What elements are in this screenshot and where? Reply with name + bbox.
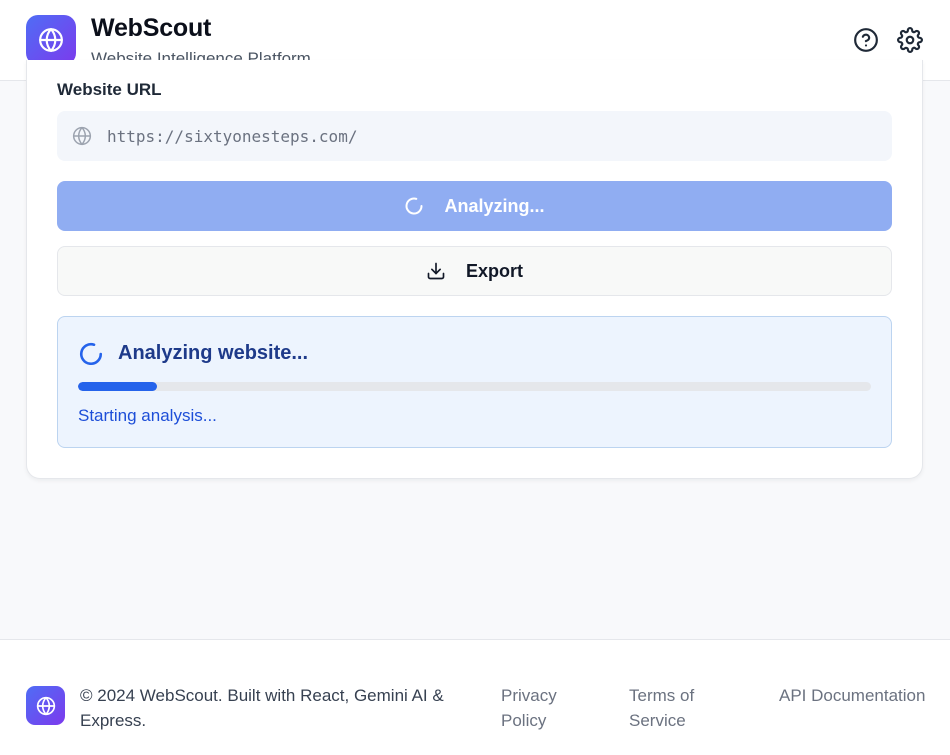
progress-bar — [78, 382, 871, 391]
url-label: Website URL — [57, 80, 162, 99]
footer-link-api-docs[interactable]: API Documentation — [779, 683, 929, 708]
analyze-button-label: Analyzing... — [444, 195, 545, 216]
gear-icon — [897, 27, 923, 53]
progress-panel: Analyzing website... Starting analysis..… — [57, 316, 892, 448]
export-button-label: Export — [465, 260, 523, 281]
help-circle-icon — [854, 28, 878, 52]
settings-button[interactable] — [896, 26, 924, 54]
footer-link-privacy[interactable]: Privacy Policy — [501, 683, 581, 733]
progress-bar-fill — [78, 382, 158, 391]
download-icon — [427, 262, 445, 280]
url-input-container[interactable] — [57, 111, 892, 161]
app-footer: © 2024 WebScout. Built with React, Gemin… — [0, 639, 950, 755]
progress-status: Starting analysis... — [78, 406, 217, 425]
app-logo — [26, 15, 76, 65]
footer-copyright: © 2024 WebScout. Built with React, Gemin… — [80, 686, 444, 730]
spinner-icon — [79, 342, 103, 366]
export-button[interactable]: Export — [57, 246, 892, 296]
globe-icon — [36, 696, 55, 715]
app-title: WebScout — [91, 14, 212, 42]
footer-link-terms[interactable]: Terms of Service — [629, 683, 719, 733]
progress-title: Analyzing website... — [118, 342, 309, 364]
globe-icon — [39, 28, 63, 52]
analyze-button[interactable]: Analyzing... — [57, 181, 892, 231]
help-button[interactable] — [852, 26, 880, 54]
globe-icon — [72, 126, 92, 146]
footer-logo — [26, 686, 65, 725]
url-input[interactable] — [107, 111, 877, 161]
spinner-icon — [406, 197, 423, 215]
